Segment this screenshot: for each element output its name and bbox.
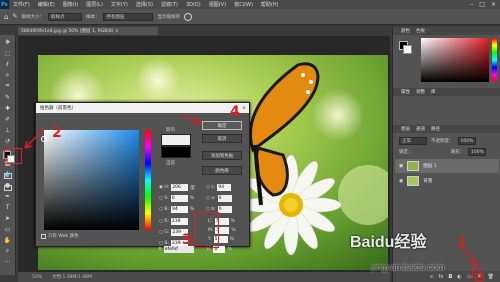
arrow-2 [24, 127, 46, 149]
annotation-2: 2 [52, 125, 62, 141]
watermark-url: jingyan.baidu.com [372, 262, 445, 272]
baidu-logo-watermark: Baidu经验 [350, 234, 427, 251]
annotation-3: 3 [182, 232, 192, 248]
arrow-1 [465, 249, 477, 267]
annotation-4: 4 [230, 104, 240, 120]
annotation-1: 1 [457, 236, 467, 252]
